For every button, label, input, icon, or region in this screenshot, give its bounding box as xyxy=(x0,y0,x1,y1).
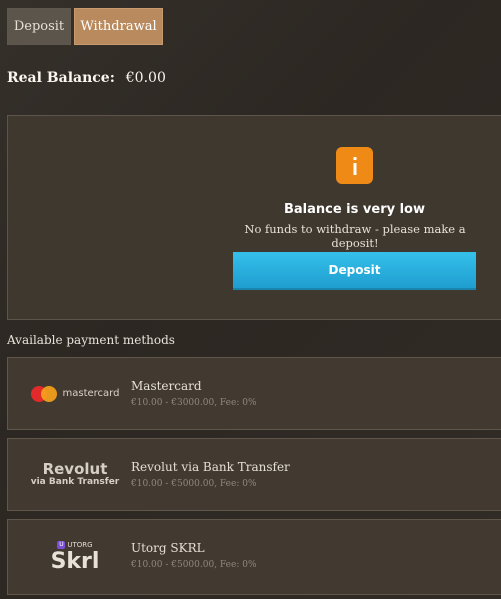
method-limits: €10.00 - €5000.00, Fee: 0% xyxy=(131,560,257,570)
tab-bar: Deposit Withdrawal xyxy=(7,8,163,45)
balance-label: Real Balance: xyxy=(7,70,115,86)
notice-message: No funds to withdraw - please make a dep… xyxy=(244,222,466,250)
skrl-logo-text: Skrl xyxy=(50,549,100,574)
payment-methods-heading: Available payment methods xyxy=(7,333,175,347)
info-icon xyxy=(336,147,373,184)
notice-title: Balance is very low xyxy=(283,202,426,217)
revolut-logo-text: Revolut xyxy=(42,460,108,478)
tab-withdrawal[interactable]: Withdrawal xyxy=(74,8,163,45)
method-limits: €10.00 - €3000.00, Fee: 0% xyxy=(131,398,257,408)
method-limits: €10.00 - €5000.00, Fee: 0% xyxy=(131,479,257,489)
mastercard-icon xyxy=(30,385,58,402)
method-name: Revolut via Bank Transfer xyxy=(131,460,290,474)
utorg-icon: U xyxy=(57,541,66,549)
mastercard-logo: mastercard xyxy=(20,358,130,429)
balance-value: €0.00 xyxy=(125,70,166,86)
revolut-logo-sub: via Bank Transfer xyxy=(30,477,120,487)
payment-method-mastercard[interactable]: mastercard Mastercard €10.00 - €3000.00,… xyxy=(7,357,501,430)
low-balance-panel: Balance is very low No funds to withdraw… xyxy=(7,115,501,320)
utorg-logo-text: UTORG xyxy=(67,540,93,549)
mastercard-logo-text: mastercard xyxy=(62,388,120,399)
deposit-button[interactable]: Deposit xyxy=(233,252,476,290)
tab-deposit[interactable]: Deposit xyxy=(7,8,71,45)
payment-method-revolut[interactable]: Revolut via Bank Transfer Revolut via Ba… xyxy=(7,438,501,511)
method-name: Mastercard xyxy=(131,379,202,393)
real-balance: Real Balance: €0.00 xyxy=(7,70,166,86)
payment-method-utorg-skrl[interactable]: U UTORG Skrl Utorg SKRL €10.00 - €5000.0… xyxy=(7,519,501,595)
revolut-logo: Revolut via Bank Transfer xyxy=(20,439,130,510)
utorg-skrl-logo: U UTORG Skrl xyxy=(20,520,130,594)
method-name: Utorg SKRL xyxy=(131,541,205,555)
